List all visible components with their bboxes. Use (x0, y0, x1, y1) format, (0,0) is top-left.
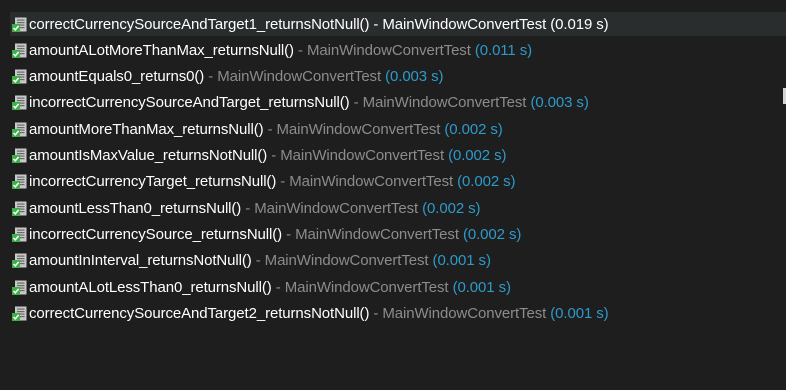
test-suite-name: MainWindowConvertTest (382, 304, 547, 322)
test-duration: (0.001 s) (550, 304, 609, 322)
test-name: correctCurrencySourceAndTarget1_returnsN… (29, 15, 370, 33)
test-result-row[interactable]: amountIsMaxValue_returnsNotNull() - Main… (10, 144, 786, 168)
test-result-row[interactable]: amountALotMoreThanMax_returnsNull() - Ma… (10, 38, 786, 62)
test-duration: (0.003 s) (385, 68, 444, 86)
test-passed-icon (12, 280, 27, 295)
test-result-row[interactable]: incorrectCurrencyTarget_returnsNull() - … (10, 170, 786, 194)
test-result-row[interactable]: amountInInterval_returnsNotNull() - Main… (10, 249, 786, 273)
test-suite-name: MainWindowConvertTest (284, 278, 449, 296)
test-suite-name: MainWindowConvertTest (276, 120, 441, 138)
separator: - (241, 199, 255, 217)
test-name: incorrectCurrencySourceAndTarget_returns… (29, 94, 350, 112)
separator: - (263, 120, 277, 138)
test-name: amountALotLessThan0_returnsNull() (29, 278, 272, 296)
test-passed-icon (12, 43, 27, 58)
test-passed-icon (12, 69, 27, 85)
test-result-row[interactable]: amountEquals0_returns0() - MainWindowCon… (10, 65, 786, 89)
test-suite-name: MainWindowConvertTest (362, 94, 527, 112)
test-result-row[interactable]: correctCurrencySourceAndTarget2_returnsN… (10, 301, 786, 325)
test-duration: (0.001 s) (432, 252, 491, 270)
separator: - (276, 173, 290, 191)
test-name: amountLessThan0_returnsNull() (29, 199, 242, 217)
separator: - (251, 252, 265, 270)
test-passed-icon (12, 174, 27, 190)
test-name: amountEquals0_returns0() (29, 68, 205, 86)
separator: - (369, 15, 383, 33)
separator: - (349, 94, 363, 112)
test-result-row[interactable]: amountLessThan0_returnsNull() - MainWind… (10, 196, 786, 220)
test-duration: (0.003 s) (530, 94, 589, 112)
separator: - (369, 304, 383, 322)
test-suite-name: MainWindowConvertTest (289, 173, 454, 191)
test-name: amountInInterval_returnsNotNull() (29, 252, 252, 270)
test-passed-icon (12, 122, 27, 137)
test-name: incorrectCurrencyTarget_returnsNull() (29, 173, 277, 191)
test-passed-icon (12, 227, 27, 242)
test-suite-name: MainWindowConvertTest (264, 252, 429, 270)
test-suite-name: MainWindowConvertTest (306, 41, 471, 59)
separator: - (204, 68, 218, 86)
test-duration: (0.001 s) (452, 278, 511, 296)
test-name: incorrectCurrencySource_returnsNull() (29, 225, 283, 243)
test-name: amountALotMoreThanMax_returnsNull() (29, 41, 294, 59)
separator: - (267, 147, 281, 164)
test-result-row[interactable]: correctCurrencySourceAndTarget1_returnsN… (10, 12, 786, 36)
test-result-row[interactable]: amountMoreThanMax_returnsNull() - MainWi… (10, 117, 786, 141)
test-result-row[interactable]: incorrectCurrencySourceAndTarget_returns… (10, 91, 786, 115)
test-passed-icon (12, 17, 27, 32)
test-duration: (0.002 s) (457, 173, 516, 191)
test-duration: (0.002 s) (462, 225, 522, 243)
test-passed-icon (12, 201, 27, 216)
test-suite-name: MainWindowConvertTest (295, 225, 459, 243)
test-result-row[interactable]: amountALotLessThan0_returnsNull() - Main… (10, 275, 786, 299)
test-suite-name: MainWindowConvertTest (217, 68, 382, 86)
test-name: amountMoreThanMax_returnsNull() (29, 120, 264, 138)
test-suite-name: MainWindowConvertTest (382, 15, 547, 33)
separator: - (271, 278, 285, 296)
test-result-row[interactable]: incorrectCurrencySource_returnsNull() - … (10, 222, 786, 246)
test-suite-name: MainWindowConvertTest (254, 199, 419, 217)
test-passed-icon (12, 306, 27, 321)
test-suite-name: MainWindowConvertTest (280, 147, 445, 164)
test-passed-icon (12, 253, 27, 269)
separator: - (282, 225, 296, 243)
test-duration: (0.002 s) (422, 199, 481, 217)
separator: - (293, 41, 307, 59)
test-passed-icon (12, 95, 27, 111)
test-duration: (0.002 s) (444, 120, 503, 138)
test-passed-icon (12, 148, 27, 163)
test-duration: (0.002 s) (448, 147, 507, 164)
test-duration: (0.011 s) (474, 41, 533, 59)
test-name: correctCurrencySourceAndTarget2_returnsN… (29, 304, 370, 322)
test-name: amountIsMaxValue_returnsNotNull() (29, 147, 268, 164)
test-duration: (0.019 s) (550, 15, 609, 33)
